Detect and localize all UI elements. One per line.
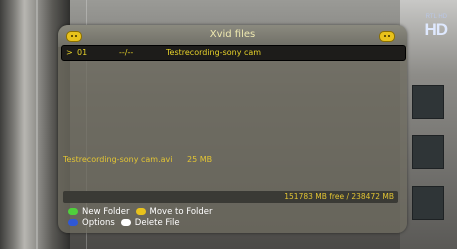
blue-button-icon[interactable]: [68, 219, 78, 226]
file-index: 01: [77, 48, 88, 57]
panel-title: Xvid files: [209, 29, 256, 40]
panel-titlebar: Xvid files: [58, 25, 407, 47]
file-name: Testrecording-sony cam: [166, 48, 262, 57]
channel-logo: RTL HD HD: [405, 14, 448, 44]
button-legend: New Folder Move to Folder Options Delete F…: [68, 207, 213, 229]
yellow-button-icon[interactable]: [135, 208, 146, 215]
disk-space-bar: 151783 MB free / 238472 MB: [63, 191, 398, 203]
new-folder-label[interactable]: New Folder: [82, 207, 130, 217]
disk-space-text: 151783 MB free / 238472 MB: [284, 192, 394, 201]
selected-file-name: Testrecording-sony cam.avi: [63, 155, 173, 164]
file-row-selected[interactable]: > 01 --/-- Testrecording-sony cam: [61, 45, 406, 61]
xvid-files-panel: Xvid files > 01 --/-- Testrecording-sony…: [58, 25, 407, 233]
channel-logo-text: HD: [424, 20, 448, 39]
white-button-icon[interactable]: [120, 219, 131, 226]
move-to-folder-label[interactable]: Move to Folder: [150, 207, 213, 217]
selected-file-info: Testrecording-sony cam.avi 25 MB: [63, 155, 212, 164]
delete-file-label[interactable]: Delete File: [135, 218, 180, 228]
file-duration: --/--: [119, 48, 134, 57]
selected-file-size: 25 MB: [187, 155, 213, 164]
selection-arrow-icon: >: [66, 48, 73, 57]
page-next-icon[interactable]: [379, 31, 395, 42]
green-button-icon[interactable]: [68, 208, 78, 215]
options-label[interactable]: Options: [82, 218, 115, 228]
